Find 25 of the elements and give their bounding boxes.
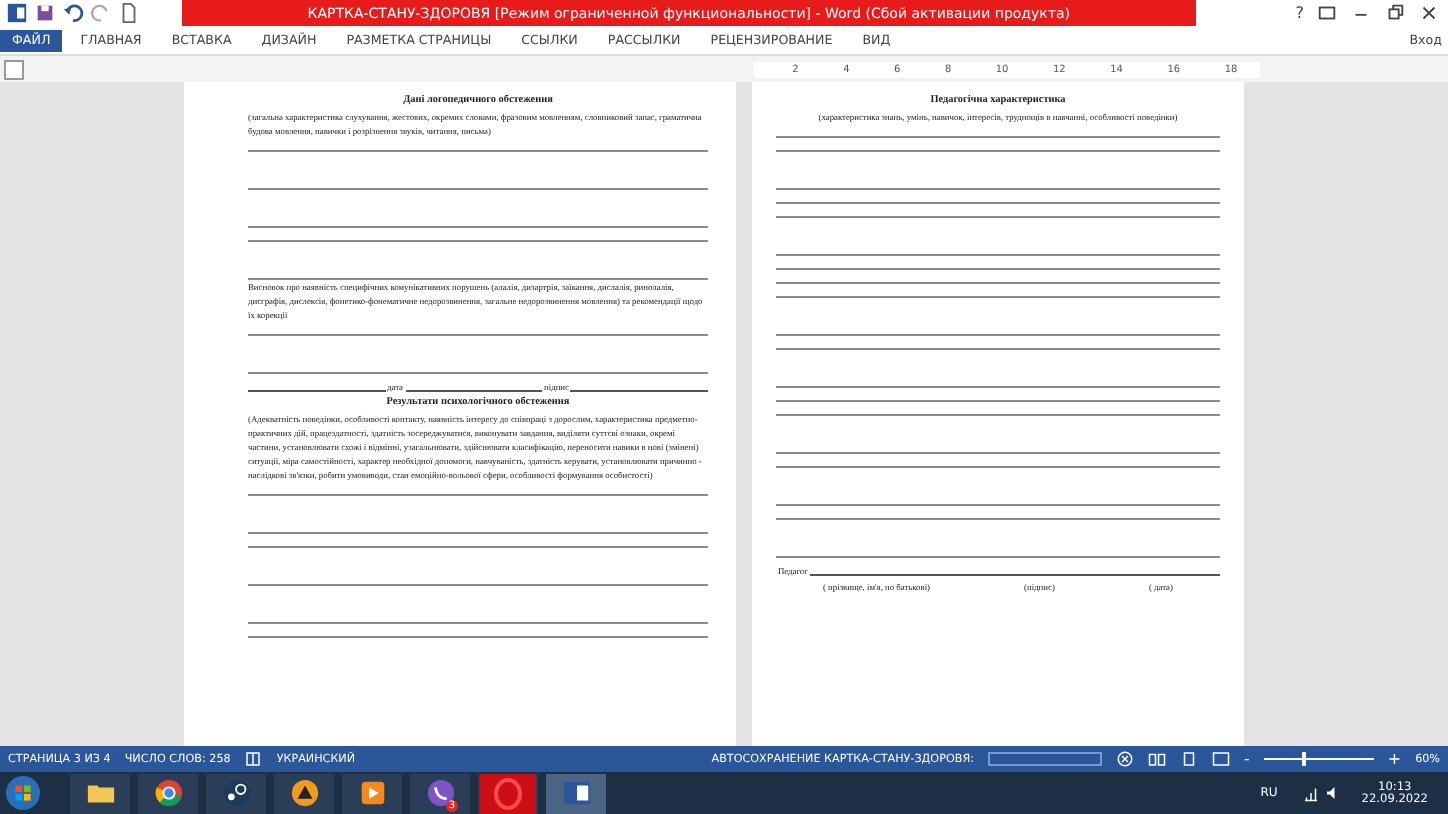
web-layout-icon[interactable] <box>1211 750 1230 768</box>
taskbar-app[interactable] <box>274 773 334 813</box>
taskbar-app[interactable] <box>342 773 402 813</box>
tab-selector-icon[interactable] <box>4 59 24 79</box>
read-mode-icon[interactable] <box>1147 750 1166 768</box>
help-button[interactable]: ? <box>1295 4 1304 22</box>
save-icon[interactable] <box>34 2 56 24</box>
taskbar-app[interactable] <box>206 773 266 813</box>
network-icon[interactable] <box>1301 784 1320 802</box>
undo-icon[interactable] <box>62 2 84 24</box>
close-icon[interactable] <box>1418 2 1440 24</box>
cancel-icon[interactable] <box>1115 750 1134 768</box>
zoom-out-button[interactable]: - <box>1243 750 1250 768</box>
phone-icon <box>425 778 455 808</box>
zoom-in-button[interactable]: + <box>1387 750 1402 768</box>
taskbar-app[interactable] <box>546 773 606 813</box>
print-layout-icon[interactable] <box>1179 750 1198 768</box>
restore-icon[interactable] <box>1384 2 1406 24</box>
zoom-slider-thumb[interactable] <box>1302 752 1307 766</box>
new-document-icon[interactable] <box>118 2 140 24</box>
play-icon <box>357 778 387 808</box>
start-button-icon[interactable] <box>4 774 42 812</box>
taskbar-app[interactable] <box>70 773 130 813</box>
taskbar-app[interactable] <box>138 773 198 813</box>
ribbon-display-icon[interactable] <box>1316 2 1338 24</box>
